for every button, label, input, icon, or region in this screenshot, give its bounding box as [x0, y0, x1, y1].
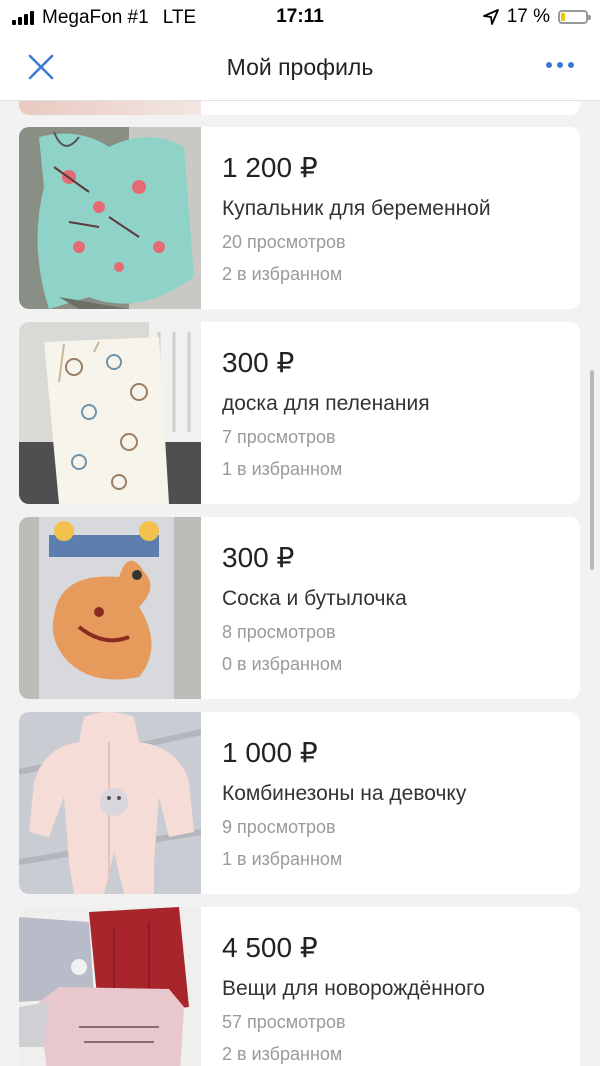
more-icon: [546, 62, 552, 68]
listing-thumbnail: [19, 517, 201, 699]
listing-favorites: 1 в избранном: [222, 459, 343, 479]
listing-favorites: 1 в избранном: [222, 849, 343, 869]
scrollbar[interactable]: [590, 370, 594, 570]
status-right: 17 %: [482, 6, 591, 28]
listing-price: 300 ₽: [222, 542, 295, 573]
listing-views: 7 просмотров: [222, 427, 336, 447]
page-title: Мой профиль: [226, 54, 374, 80]
listing-title: доска для пеленания: [222, 392, 430, 415]
listing-thumbnail: [19, 322, 201, 504]
listing-views: 9 просмотров: [222, 817, 336, 837]
listing-thumbnail: [19, 101, 201, 115]
listing-thumbnail: [19, 712, 201, 894]
nav-bar: Мой профиль: [0, 34, 600, 101]
listing-favorites: 2 в избранном: [222, 264, 343, 284]
listings-list[interactable]: 1 200 ₽ Купальник для беременной 20 прос…: [0, 101, 600, 1066]
listing-card[interactable]: 1 200 ₽ Купальник для беременной 20 прос…: [19, 127, 580, 309]
listing-card[interactable]: 4 500 ₽ Вещи для новорождённого 57 просм…: [19, 907, 580, 1066]
listing-views: 8 просмотров: [222, 622, 336, 642]
listing-price: 300 ₽: [222, 347, 295, 378]
listing-price: 1 000 ₽: [222, 737, 318, 768]
listing-title: Купальник для беременной: [222, 197, 491, 220]
listing-card-partial[interactable]: [19, 101, 580, 115]
battery-icon: [558, 10, 591, 24]
listing-thumbnail: [19, 907, 201, 1066]
listing-price: 4 500 ₽: [222, 932, 318, 963]
listing-title: Соска и бутылочка: [222, 587, 407, 610]
more-button[interactable]: [546, 62, 574, 68]
listing-thumbnail: [19, 127, 201, 309]
listing-views: 57 просмотров: [222, 1012, 346, 1032]
listing-title: Комбинезоны на девочку: [222, 782, 467, 805]
listing-price: 1 200 ₽: [222, 152, 318, 183]
location-arrow-icon: [482, 9, 499, 25]
battery-level: [561, 13, 566, 21]
status-bar: MegaFon #1 LTE 17:11 17 %: [0, 0, 600, 34]
battery-percent: 17 %: [506, 6, 550, 27]
listing-title: Вещи для новорождённого: [222, 977, 485, 1000]
listing-favorites: 0 в избранном: [222, 654, 343, 674]
listing-views: 20 просмотров: [222, 232, 346, 252]
listing-card[interactable]: 300 ₽ доска для пеленания 7 просмотров 1…: [19, 322, 580, 504]
listing-card[interactable]: 1 000 ₽ Комбинезоны на девочку 9 просмот…: [19, 712, 580, 894]
listing-card[interactable]: 300 ₽ Соска и бутылочка 8 просмотров 0 в…: [19, 517, 580, 699]
listing-favorites: 2 в избранном: [222, 1044, 343, 1064]
